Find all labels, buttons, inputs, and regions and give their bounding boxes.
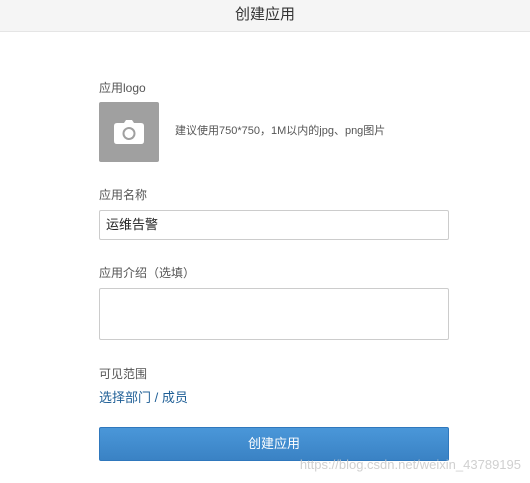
page-header: 创建应用 (0, 0, 530, 32)
logo-upload-button[interactable] (99, 102, 159, 162)
watermark: https://blog.csdn.net/weixin_43789195 (299, 457, 521, 472)
app-description-label: 应用介绍（选填） (99, 266, 196, 280)
camera-icon (114, 120, 144, 144)
app-name-input[interactable]: 运维告警 (99, 210, 449, 240)
visibility-label: 可见范围 (99, 367, 148, 381)
logo-hint: 建议使用750*750，1M以内的jpg、png图片 (175, 125, 386, 137)
app-description-textarea[interactable] (99, 288, 449, 340)
select-members-link[interactable]: 选择部门 / 成员 (99, 390, 188, 406)
create-app-button[interactable]: 创建应用 (99, 427, 449, 461)
page-title: 创建应用 (234, 6, 295, 23)
app-name-label: 应用名称 (99, 188, 148, 202)
logo-label: 应用logo (99, 81, 146, 95)
